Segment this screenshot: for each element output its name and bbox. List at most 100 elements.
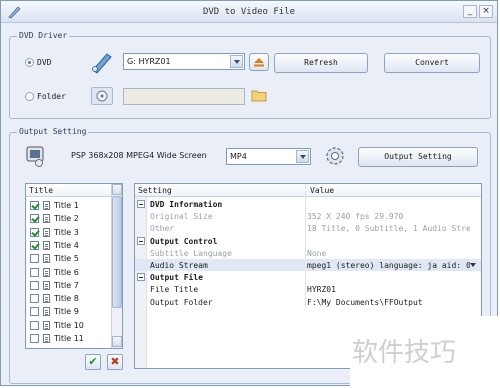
property-value[interactable]: mpeg1 (stereo) language: ja aid: 0	[307, 261, 470, 270]
property-key: Output File	[150, 273, 203, 283]
title-list-header[interactable]: Title	[26, 184, 122, 197]
property-section[interactable]: Output File	[135, 271, 481, 283]
title-list-item[interactable]: Title 10	[28, 319, 112, 332]
collapse-icon[interactable]	[137, 200, 145, 208]
settings-gear-icon[interactable]	[324, 145, 346, 167]
title-list-item[interactable]: Title 6	[28, 266, 112, 279]
property-key: DVD Information	[150, 200, 223, 209]
title-checkbox[interactable]	[30, 320, 39, 330]
title-checkbox[interactable]	[30, 294, 39, 304]
title-label: Title 8	[54, 294, 79, 304]
property-key: Original Size	[150, 212, 213, 222]
collapse-icon[interactable]	[137, 273, 145, 282]
check-all-button[interactable]: ✔	[85, 354, 101, 370]
output-format-select[interactable]: MP4	[226, 148, 311, 165]
title-label: Title 3	[54, 227, 79, 237]
refresh-button[interactable]: Refresh	[274, 53, 368, 73]
title-list-item[interactable]: Title 8	[28, 292, 112, 305]
property-key: Output Control	[150, 236, 218, 246]
disc-folder-icon	[91, 87, 113, 105]
collapse-icon[interactable]	[137, 236, 145, 245]
document-icon	[43, 334, 50, 343]
window-title: DVD to Video File	[202, 7, 296, 17]
title-label: Title 10	[54, 320, 84, 330]
title-checkbox[interactable]	[30, 214, 39, 224]
title-label: Title 5	[54, 254, 79, 264]
document-icon	[43, 267, 50, 277]
title-list-scrollbar[interactable]	[111, 184, 122, 348]
document-icon	[43, 201, 50, 210]
title-label: Title 1	[54, 201, 79, 210]
uncheck-all-button[interactable]: ✖	[107, 354, 123, 370]
scroll-down-button[interactable]	[112, 336, 122, 347]
title-list-item[interactable]: Title 3	[28, 226, 112, 239]
title-checkbox[interactable]	[30, 254, 39, 264]
browse-folder-icon[interactable]	[251, 87, 267, 103]
scroll-up-button[interactable]	[112, 184, 122, 195]
output-format-value: MP4	[230, 152, 247, 161]
minimize-button[interactable]: _	[463, 5, 477, 18]
property-section[interactable]: DVD Information	[135, 198, 481, 210]
document-icon	[43, 227, 50, 237]
title-label: Title 4	[54, 240, 79, 250]
title-checkbox[interactable]	[30, 307, 39, 317]
document-icon	[43, 294, 50, 304]
title-label: Title 11	[54, 334, 84, 343]
title-checkbox[interactable]	[30, 280, 39, 290]
audio-stream-dropdown-icon[interactable]	[468, 260, 478, 270]
scroll-thumb[interactable]	[112, 196, 122, 308]
dvd-drive-select[interactable]: G: HYRZ01	[123, 53, 245, 70]
property-row[interactable]: Original Size 352 X 240 fps 29.970	[135, 210, 481, 222]
output-setting-label: Output Setting	[17, 127, 89, 136]
output-setting-button[interactable]: Output Setting	[358, 147, 478, 167]
property-value[interactable]: HYRZ01	[307, 285, 470, 294]
title-list-item[interactable]: Title 2	[28, 212, 112, 225]
psp-device-icon	[25, 143, 47, 167]
property-value: None	[307, 248, 327, 258]
column-separator[interactable]	[305, 184, 306, 196]
property-row[interactable]: Other 18 Title, 0 Subtitle, 1 Audio Strea…	[135, 222, 481, 234]
title-checkbox[interactable]	[30, 267, 39, 277]
title-checkbox[interactable]	[30, 240, 39, 250]
title-label: Title 6	[54, 267, 79, 277]
title-label: Title 2	[54, 214, 79, 224]
property-row[interactable]: Audio Stream mpeg1 (stereo) language: ja …	[135, 259, 481, 271]
value-column-header[interactable]: Value	[310, 186, 334, 195]
property-key: Audio Stream	[150, 261, 208, 270]
title-bar: DVD to Video File _ ×	[1, 1, 497, 23]
folder-radio[interactable]	[25, 92, 34, 101]
property-key: Other	[150, 224, 175, 234]
property-row[interactable]: File Title HYRZ01	[135, 283, 481, 295]
property-row[interactable]: Subtitle Language None	[135, 247, 481, 259]
setting-column-header[interactable]: Setting	[138, 186, 172, 195]
dvd-radio-label[interactable]: DVD	[37, 58, 51, 67]
title-list-item[interactable]: Title 4	[28, 239, 112, 252]
title-list-item[interactable]: Title 5	[28, 252, 112, 265]
folder-radio-label[interactable]: Folder	[37, 92, 66, 101]
title-list-item[interactable]: Title 1	[28, 199, 112, 212]
title-checkbox[interactable]	[30, 201, 39, 210]
output-profile-text: PSP 368x208 MPEG4 Wide Screen	[71, 151, 207, 160]
folder-path-field[interactable]	[123, 88, 245, 105]
title-list-item[interactable]: Title 9	[28, 305, 112, 318]
title-list-item[interactable]: Title 7	[28, 279, 112, 292]
property-value: 18 Title, 0 Subtitle, 1 Audio Stream	[307, 224, 470, 234]
title-checkbox[interactable]	[30, 334, 39, 343]
close-button[interactable]: ×	[479, 5, 493, 18]
property-section[interactable]: Output Control	[135, 235, 481, 247]
chevron-down-icon[interactable]	[296, 150, 309, 163]
dvd-drive-value: G: HYRZ01	[127, 57, 171, 66]
property-value[interactable]: F:\My Documents\FFOutput	[307, 298, 470, 307]
dvd-radio[interactable]	[25, 58, 34, 67]
property-row[interactable]: Output Folder F:\My Documents\FFOutput	[135, 296, 481, 308]
convert-button[interactable]: Convert	[384, 53, 480, 73]
title-list[interactable]: Title Title 1 Title 2 Title 3 Title 4 Title …	[25, 183, 123, 349]
dvd-drive-icon	[89, 50, 113, 74]
watermark-panel: 软件技巧	[350, 316, 500, 388]
eject-button[interactable]	[249, 53, 269, 71]
title-list-item[interactable]: Title 11	[28, 332, 112, 345]
title-column-label: Title	[29, 186, 54, 195]
title-checkbox[interactable]	[30, 227, 39, 237]
chevron-down-icon[interactable]	[230, 55, 243, 68]
document-icon	[43, 280, 50, 290]
